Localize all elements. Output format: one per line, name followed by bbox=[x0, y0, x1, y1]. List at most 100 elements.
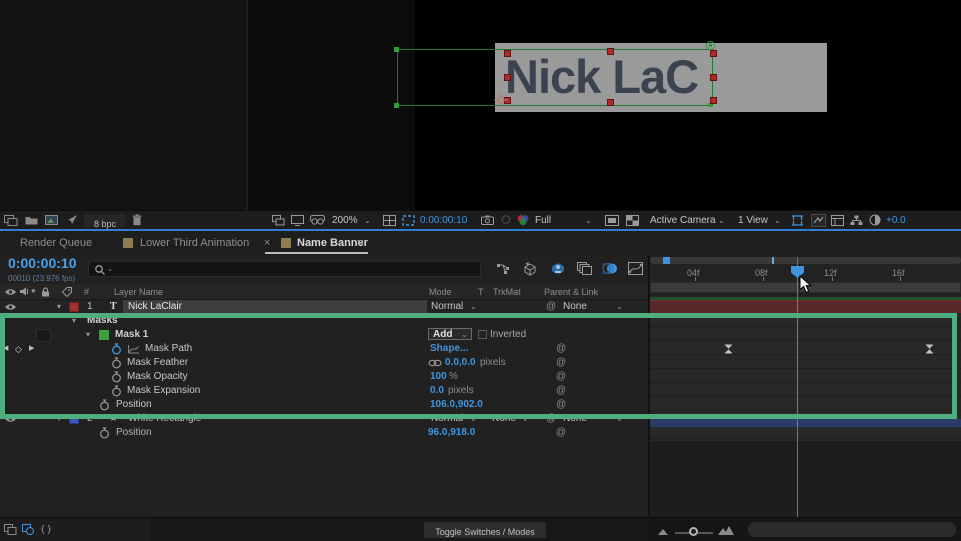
label-color-blue[interactable] bbox=[69, 414, 79, 424]
pickwhip-icon[interactable]: @ bbox=[556, 398, 566, 412]
mask-path-keyframe[interactable] bbox=[724, 344, 733, 354]
stopwatch-icon[interactable] bbox=[111, 385, 122, 397]
layer-handle[interactable] bbox=[607, 99, 614, 106]
tab-close-icon[interactable]: × bbox=[264, 236, 270, 250]
inverted-checkbox[interactable] bbox=[478, 330, 487, 339]
chevron-down-icon[interactable]: ⌄ bbox=[616, 300, 623, 314]
layer-handle[interactable] bbox=[607, 48, 614, 55]
column-t[interactable]: T bbox=[478, 285, 484, 299]
zoom-slider-knob[interactable] bbox=[689, 527, 698, 536]
layer-row-1[interactable]: ▾ 1 T Nick LaClair Normal ⌄ @ None ⌄ bbox=[0, 300, 650, 314]
tab-lower-third-animation[interactable]: Lower Third Animation bbox=[140, 236, 249, 250]
project-thumbnail-icon[interactable] bbox=[45, 215, 58, 225]
mask-vertex[interactable] bbox=[394, 47, 399, 52]
chevron-down-icon[interactable]: ▾ bbox=[57, 412, 61, 426]
folder-icon[interactable] bbox=[25, 215, 38, 225]
bpc-button[interactable]: 8 bpc bbox=[84, 214, 126, 229]
link-icon[interactable] bbox=[428, 359, 442, 367]
chevron-down-icon[interactable]: ⌄ bbox=[364, 214, 371, 228]
layer-handle[interactable] bbox=[504, 74, 511, 81]
mask-expansion-label[interactable]: Mask Expansion bbox=[127, 384, 200, 398]
snapshot-stack-icon[interactable] bbox=[272, 215, 285, 226]
layer-handle[interactable] bbox=[504, 50, 511, 57]
pickwhip-icon[interactable]: @ bbox=[556, 426, 566, 440]
graph-editor-icon[interactable] bbox=[628, 262, 643, 275]
exposure-value[interactable]: +0.0 bbox=[886, 214, 906, 228]
mask-opacity-value[interactable]: 100 bbox=[430, 370, 447, 384]
mask-vertex[interactable] bbox=[709, 44, 712, 47]
viewer-timecode[interactable]: 0:00:00:10 bbox=[420, 214, 467, 228]
masks-group-label[interactable]: Masks bbox=[87, 314, 118, 328]
mask-visibility-box[interactable] bbox=[36, 329, 51, 342]
position-label[interactable]: Position bbox=[116, 426, 152, 440]
search-input[interactable]: ⌄ bbox=[88, 261, 481, 277]
position-value[interactable]: 96.0,918.0 bbox=[428, 426, 475, 440]
add-keyframe-icon[interactable]: ◇ bbox=[15, 342, 22, 356]
next-keyframe-icon[interactable]: ▶ bbox=[29, 342, 34, 356]
tab-render-queue[interactable]: Render Queue bbox=[20, 236, 92, 250]
chevron-down-icon[interactable]: ⌄ bbox=[585, 214, 592, 228]
navigator-start-handle[interactable] bbox=[663, 257, 670, 264]
parent-select[interactable]: None bbox=[563, 412, 587, 426]
pickwhip-icon[interactable]: @ bbox=[556, 384, 566, 398]
layer-handle[interactable] bbox=[710, 74, 717, 81]
eye-icon[interactable] bbox=[4, 303, 17, 311]
playhead-line[interactable] bbox=[797, 257, 798, 517]
mask-feather-value[interactable]: 0.0,0.0 bbox=[445, 356, 476, 370]
chevron-down-icon[interactable]: ▾ bbox=[72, 314, 76, 328]
fast-previews-icon[interactable] bbox=[811, 214, 826, 227]
rocket-icon[interactable] bbox=[66, 214, 78, 226]
masks-group-row[interactable]: ▾ Masks bbox=[0, 314, 650, 328]
view-layout-select[interactable]: 1 View bbox=[738, 214, 768, 228]
position-value[interactable]: 106.0,902.0 bbox=[430, 398, 483, 412]
stopwatch-icon[interactable] bbox=[99, 399, 110, 411]
pickwhip-icon[interactable]: @ bbox=[546, 412, 556, 426]
blend-mode-select[interactable]: Normal bbox=[431, 300, 463, 314]
snapshot-camera-icon[interactable] bbox=[481, 215, 494, 225]
zoom-level-select[interactable]: 200% bbox=[332, 214, 358, 228]
show-snapshot-icon[interactable] bbox=[500, 215, 512, 224]
mask-expansion-value[interactable]: 0.0 bbox=[430, 384, 444, 398]
mask-path-value[interactable]: Shape... bbox=[430, 342, 468, 356]
current-timecode[interactable]: 0:00:00:10 bbox=[8, 256, 77, 270]
region-of-interest-icon[interactable] bbox=[402, 215, 415, 226]
stopwatch-icon[interactable] bbox=[99, 427, 110, 439]
pixel-aspect-toggle-icon[interactable] bbox=[791, 215, 804, 226]
column-layer-name[interactable]: Layer Name bbox=[114, 285, 163, 299]
column-mode[interactable]: Mode bbox=[429, 285, 452, 299]
mask-path-outline[interactable] bbox=[397, 49, 713, 106]
composition-viewer[interactable]: Nick LaC bbox=[248, 0, 961, 231]
timeline-panel-icon[interactable] bbox=[831, 215, 844, 226]
layer-name-cell[interactable]: Nick LaClair bbox=[123, 300, 427, 313]
render-queue-icon[interactable] bbox=[4, 215, 18, 226]
flowchart-icon[interactable] bbox=[850, 215, 863, 226]
label-color-red[interactable] bbox=[69, 302, 79, 312]
pickwhip-icon[interactable]: @ bbox=[556, 342, 566, 356]
stopwatch-icon[interactable] bbox=[111, 371, 122, 383]
layer-handle[interactable] bbox=[710, 97, 717, 104]
mask-path-keyframe[interactable] bbox=[925, 344, 934, 354]
chevron-down-icon[interactable]: ⌄ bbox=[774, 214, 781, 228]
trkmat-select[interactable]: None bbox=[492, 412, 516, 426]
position-row-layer2[interactable]: Position 96.0,918.0 @ bbox=[0, 426, 650, 440]
mask-blend-select[interactable]: Add ⌄ bbox=[428, 328, 472, 340]
mask-color-swatch[interactable] bbox=[99, 330, 109, 340]
expand-transfer-controls-icon[interactable] bbox=[22, 524, 35, 535]
mask1-label[interactable]: Mask 1 bbox=[115, 328, 148, 342]
trash-icon[interactable] bbox=[132, 214, 142, 226]
layer-row-2[interactable]: ▾ 2 ★ White Rectangle Normal ⌄ None ⌄ @ … bbox=[0, 412, 650, 426]
time-navigator[interactable] bbox=[650, 257, 961, 264]
zoom-in-mountains-icon[interactable] bbox=[718, 526, 734, 535]
pickwhip-icon[interactable]: @ bbox=[556, 356, 566, 370]
channel-rgb-icon[interactable] bbox=[516, 214, 530, 226]
pickwhip-icon[interactable]: @ bbox=[546, 300, 556, 314]
chevron-down-icon[interactable]: ⌄ bbox=[470, 300, 477, 314]
comp-mini-flowchart-icon[interactable] bbox=[496, 263, 512, 275]
inverted-label[interactable]: Inverted bbox=[490, 328, 526, 342]
shy-toggle-icon[interactable] bbox=[550, 262, 566, 275]
mask-expansion-row[interactable]: Mask Expansion 0.0 pixels @ bbox=[0, 384, 650, 398]
blend-mode-select[interactable]: Normal bbox=[431, 412, 463, 426]
column-trkmat[interactable]: TrkMat bbox=[493, 285, 521, 299]
chevron-down-icon[interactable]: ▾ bbox=[86, 328, 90, 342]
layer-name[interactable]: White Rectangle bbox=[128, 412, 201, 426]
